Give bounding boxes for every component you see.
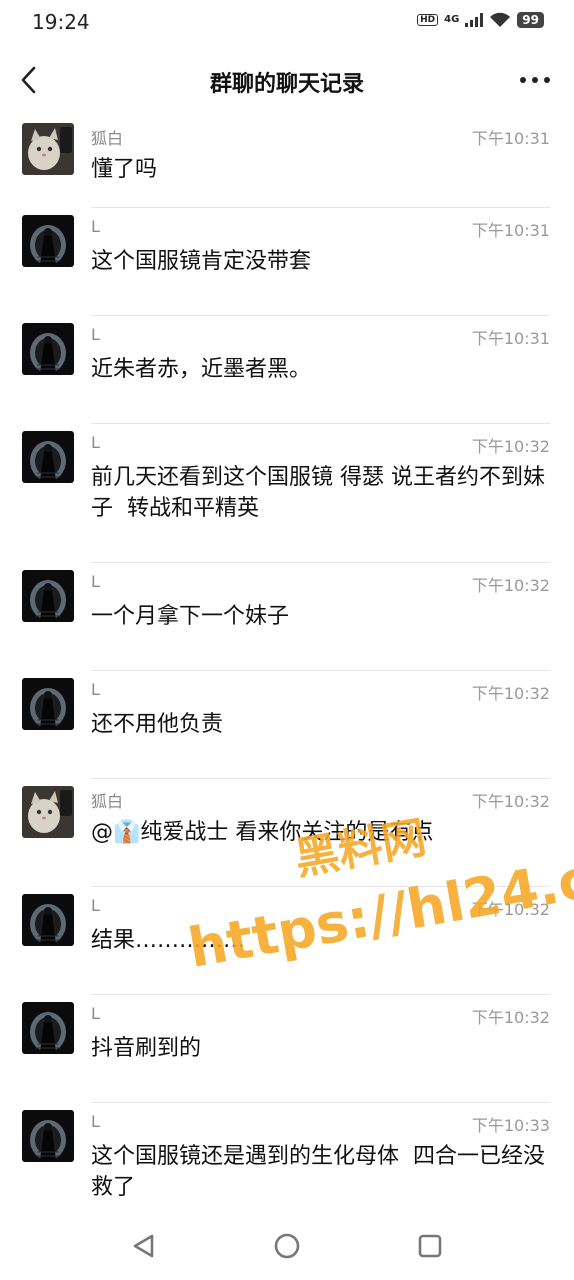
message-sender: L <box>91 433 100 452</box>
message-text: 懂了吗 <box>91 157 158 182</box>
avatar[interactable] <box>22 323 74 375</box>
message-item[interactable]: 狐白 下午10:31 懂了吗 <box>0 116 574 208</box>
message-text: 抖音刷到的 <box>91 1036 202 1061</box>
message-sender: 狐白 <box>91 792 124 811</box>
message-list: 狐白 下午10:31 懂了吗 L 下午10:31 这个国服镜肯定没带套 L 下午10:31 近朱… <box>0 116 574 1223</box>
triangle-back-icon[interactable] <box>126 1228 162 1264</box>
message-item[interactable]: L 下午10:32 还不用他负责 <box>0 671 574 779</box>
message-sender: L <box>91 217 100 236</box>
message-text: @👔纯爱战士 看来你关注的是有点 <box>91 820 434 845</box>
message-text: 这个国服镜还是遇到的生化母体 四合一已经没救了 <box>91 1144 545 1200</box>
avatar[interactable] <box>22 1110 74 1162</box>
message-text: 结果…………… <box>91 928 246 953</box>
message-item[interactable]: L 下午10:31 这个国服镜肯定没带套 <box>0 208 574 316</box>
message-sender: L <box>91 325 100 344</box>
avatar[interactable] <box>22 215 74 267</box>
system-nav-bar <box>0 1214 574 1280</box>
message-item[interactable]: L 下午10:32 一个月拿下一个妹子 <box>0 563 574 671</box>
message-time: 下午10:32 <box>471 437 550 456</box>
message-sender: L <box>91 1112 100 1131</box>
wifi-icon <box>490 12 511 27</box>
message-time: 下午10:32 <box>471 900 550 919</box>
message-text: 这个国服镜肯定没带套 <box>91 249 312 274</box>
message-item[interactable]: L 下午10:32 前几天还看到这个国服镜 得瑟 说王者约不到妹子 转战和平精英 <box>0 424 574 563</box>
hd-icon: HD <box>417 14 439 26</box>
battery-icon: 99 <box>517 12 544 28</box>
message-time: 下午10:32 <box>471 684 550 703</box>
message-time: 下午10:32 <box>471 576 550 595</box>
top-nav-bar: 群聊的聊天记录 <box>0 44 574 116</box>
signal-icon <box>465 13 484 27</box>
message-text: 近朱者赤，近墨者黑。 <box>91 357 312 382</box>
avatar[interactable] <box>22 123 74 175</box>
avatar[interactable] <box>22 894 74 946</box>
message-sender: 狐白 <box>91 129 124 148</box>
message-item[interactable]: L 下午10:31 近朱者赤，近墨者黑。 <box>0 316 574 424</box>
message-text: 前几天还看到这个国服镜 得瑟 说王者约不到妹子 转战和平精英 <box>91 465 545 521</box>
avatar[interactable] <box>22 1002 74 1054</box>
status-time: 19:24 <box>32 10 90 34</box>
message-sender: L <box>91 1004 100 1023</box>
message-item[interactable]: L 下午10:32 抖音刷到的 <box>0 995 574 1103</box>
message-time: 下午10:32 <box>471 792 550 811</box>
message-time: 下午10:33 <box>471 1116 550 1135</box>
page-title: 群聊的聊天记录 <box>209 72 364 97</box>
circle-home-icon[interactable] <box>269 1228 305 1264</box>
avatar[interactable] <box>22 570 74 622</box>
network-label: 4G <box>444 14 460 25</box>
message-item[interactable]: 狐白 下午10:32 @👔纯爱战士 看来你关注的是有点 <box>0 779 574 887</box>
avatar[interactable] <box>22 678 74 730</box>
status-icons: HD 4G 99 <box>417 12 544 28</box>
message-time: 下午10:31 <box>471 221 550 240</box>
message-item[interactable]: L 下午10:33 这个国服镜还是遇到的生化母体 四合一已经没救了 <box>0 1103 574 1223</box>
message-time: 下午10:32 <box>471 1008 550 1027</box>
message-sender: L <box>91 572 100 591</box>
square-recents-icon[interactable] <box>412 1228 448 1264</box>
message-item[interactable]: L 下午10:32 结果…………… <box>0 887 574 995</box>
message-time: 下午10:31 <box>471 329 550 348</box>
avatar[interactable] <box>22 431 74 483</box>
message-time: 下午10:31 <box>471 129 550 148</box>
message-sender: L <box>91 896 100 915</box>
message-text: 一个月拿下一个妹子 <box>91 604 290 629</box>
message-sender: L <box>91 680 100 699</box>
avatar[interactable] <box>22 786 74 838</box>
message-text: 还不用他负责 <box>91 712 224 737</box>
more-dots-icon[interactable] <box>518 66 552 94</box>
status-bar: 19:24 HD 4G 99 <box>0 0 574 44</box>
